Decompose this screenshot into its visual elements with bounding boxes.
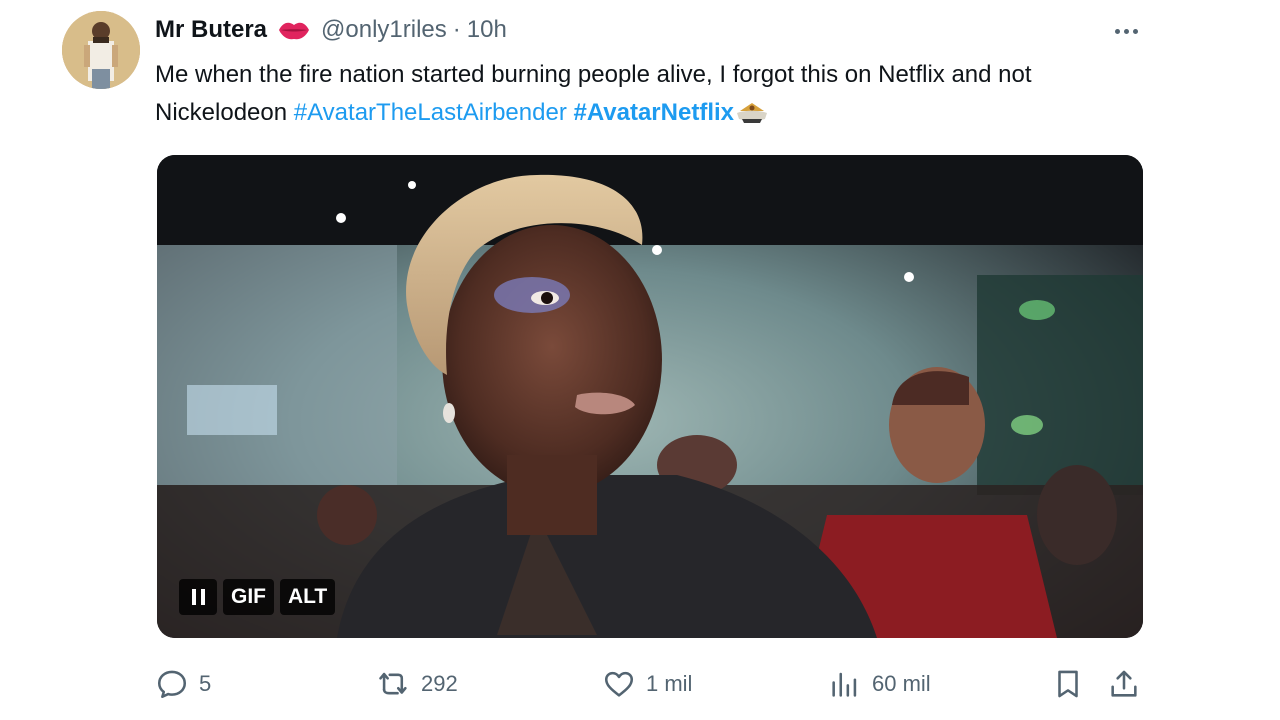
gif-frame xyxy=(157,155,1143,638)
reply-button[interactable]: 5 xyxy=(155,664,211,704)
timestamp[interactable]: 10h xyxy=(467,16,507,44)
avatar-hashflag-icon xyxy=(734,99,770,125)
views-button[interactable]: 60 mil xyxy=(828,664,931,704)
display-name[interactable]: Mr Butera xyxy=(155,16,267,44)
reply-icon xyxy=(157,670,187,699)
pause-icon xyxy=(191,589,205,605)
views-count: 60 mil xyxy=(872,671,931,696)
gif-media[interactable]: GIF ALT xyxy=(157,155,1143,638)
alt-button[interactable]: ALT xyxy=(280,579,336,615)
bookmark-icon xyxy=(1058,670,1078,698)
more-dots-icon[interactable] xyxy=(1108,20,1144,42)
like-button[interactable]: 1 mil xyxy=(602,664,692,704)
bookmark-button[interactable] xyxy=(1051,664,1085,704)
avatar[interactable] xyxy=(62,11,140,89)
heart-icon xyxy=(604,671,634,697)
tweet-header: Mr Butera @only1riles · 10h xyxy=(155,14,507,46)
hashtag-link[interactable]: #AvatarTheLastAirbender xyxy=(294,99,567,126)
action-bar: 5 292 1 mil 60 mil xyxy=(155,664,1145,704)
tweet-text: Me when the fire nation started burning … xyxy=(155,56,1145,132)
separator-dot: · xyxy=(452,16,461,43)
share-button[interactable] xyxy=(1107,664,1141,704)
gif-controls: GIF ALT xyxy=(179,579,336,615)
handle[interactable]: @only1riles xyxy=(321,16,447,44)
views-icon xyxy=(832,672,857,697)
tweet: Mr Butera @only1riles · 10h Me when the … xyxy=(0,0,1280,720)
repost-button[interactable]: 292 xyxy=(377,664,458,704)
lips-icon xyxy=(277,19,311,41)
hashtag-link-bold[interactable]: #AvatarNetflix xyxy=(573,99,734,126)
repost-icon xyxy=(379,672,407,695)
repost-count: 292 xyxy=(421,671,458,696)
reply-count: 5 xyxy=(199,671,212,696)
pause-button[interactable] xyxy=(179,579,217,615)
gif-badge: GIF xyxy=(223,579,274,615)
like-count: 1 mil xyxy=(646,671,693,696)
share-icon xyxy=(1111,670,1137,697)
